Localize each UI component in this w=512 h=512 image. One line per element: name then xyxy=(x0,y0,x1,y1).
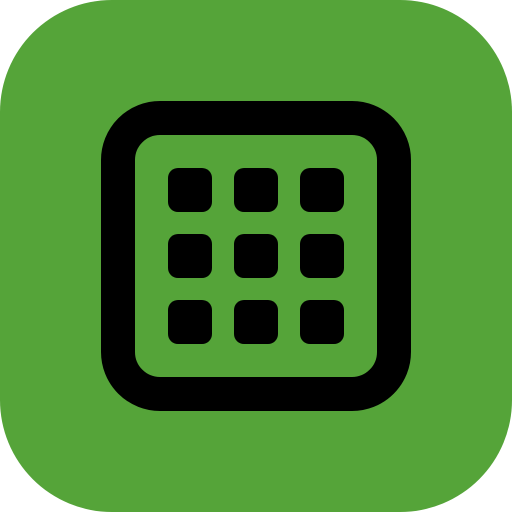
grid-dot xyxy=(300,234,344,278)
grid-dot xyxy=(300,168,344,212)
grid-dot xyxy=(168,168,212,212)
grid-dot xyxy=(234,234,278,278)
app-icon[interactable] xyxy=(0,0,512,512)
grid-dot xyxy=(300,300,344,344)
grid-dot xyxy=(234,168,278,212)
grid-dots xyxy=(168,168,344,344)
grid-icon xyxy=(0,0,512,512)
grid-dot xyxy=(234,300,278,344)
grid-dot xyxy=(168,234,212,278)
grid-dot xyxy=(168,300,212,344)
